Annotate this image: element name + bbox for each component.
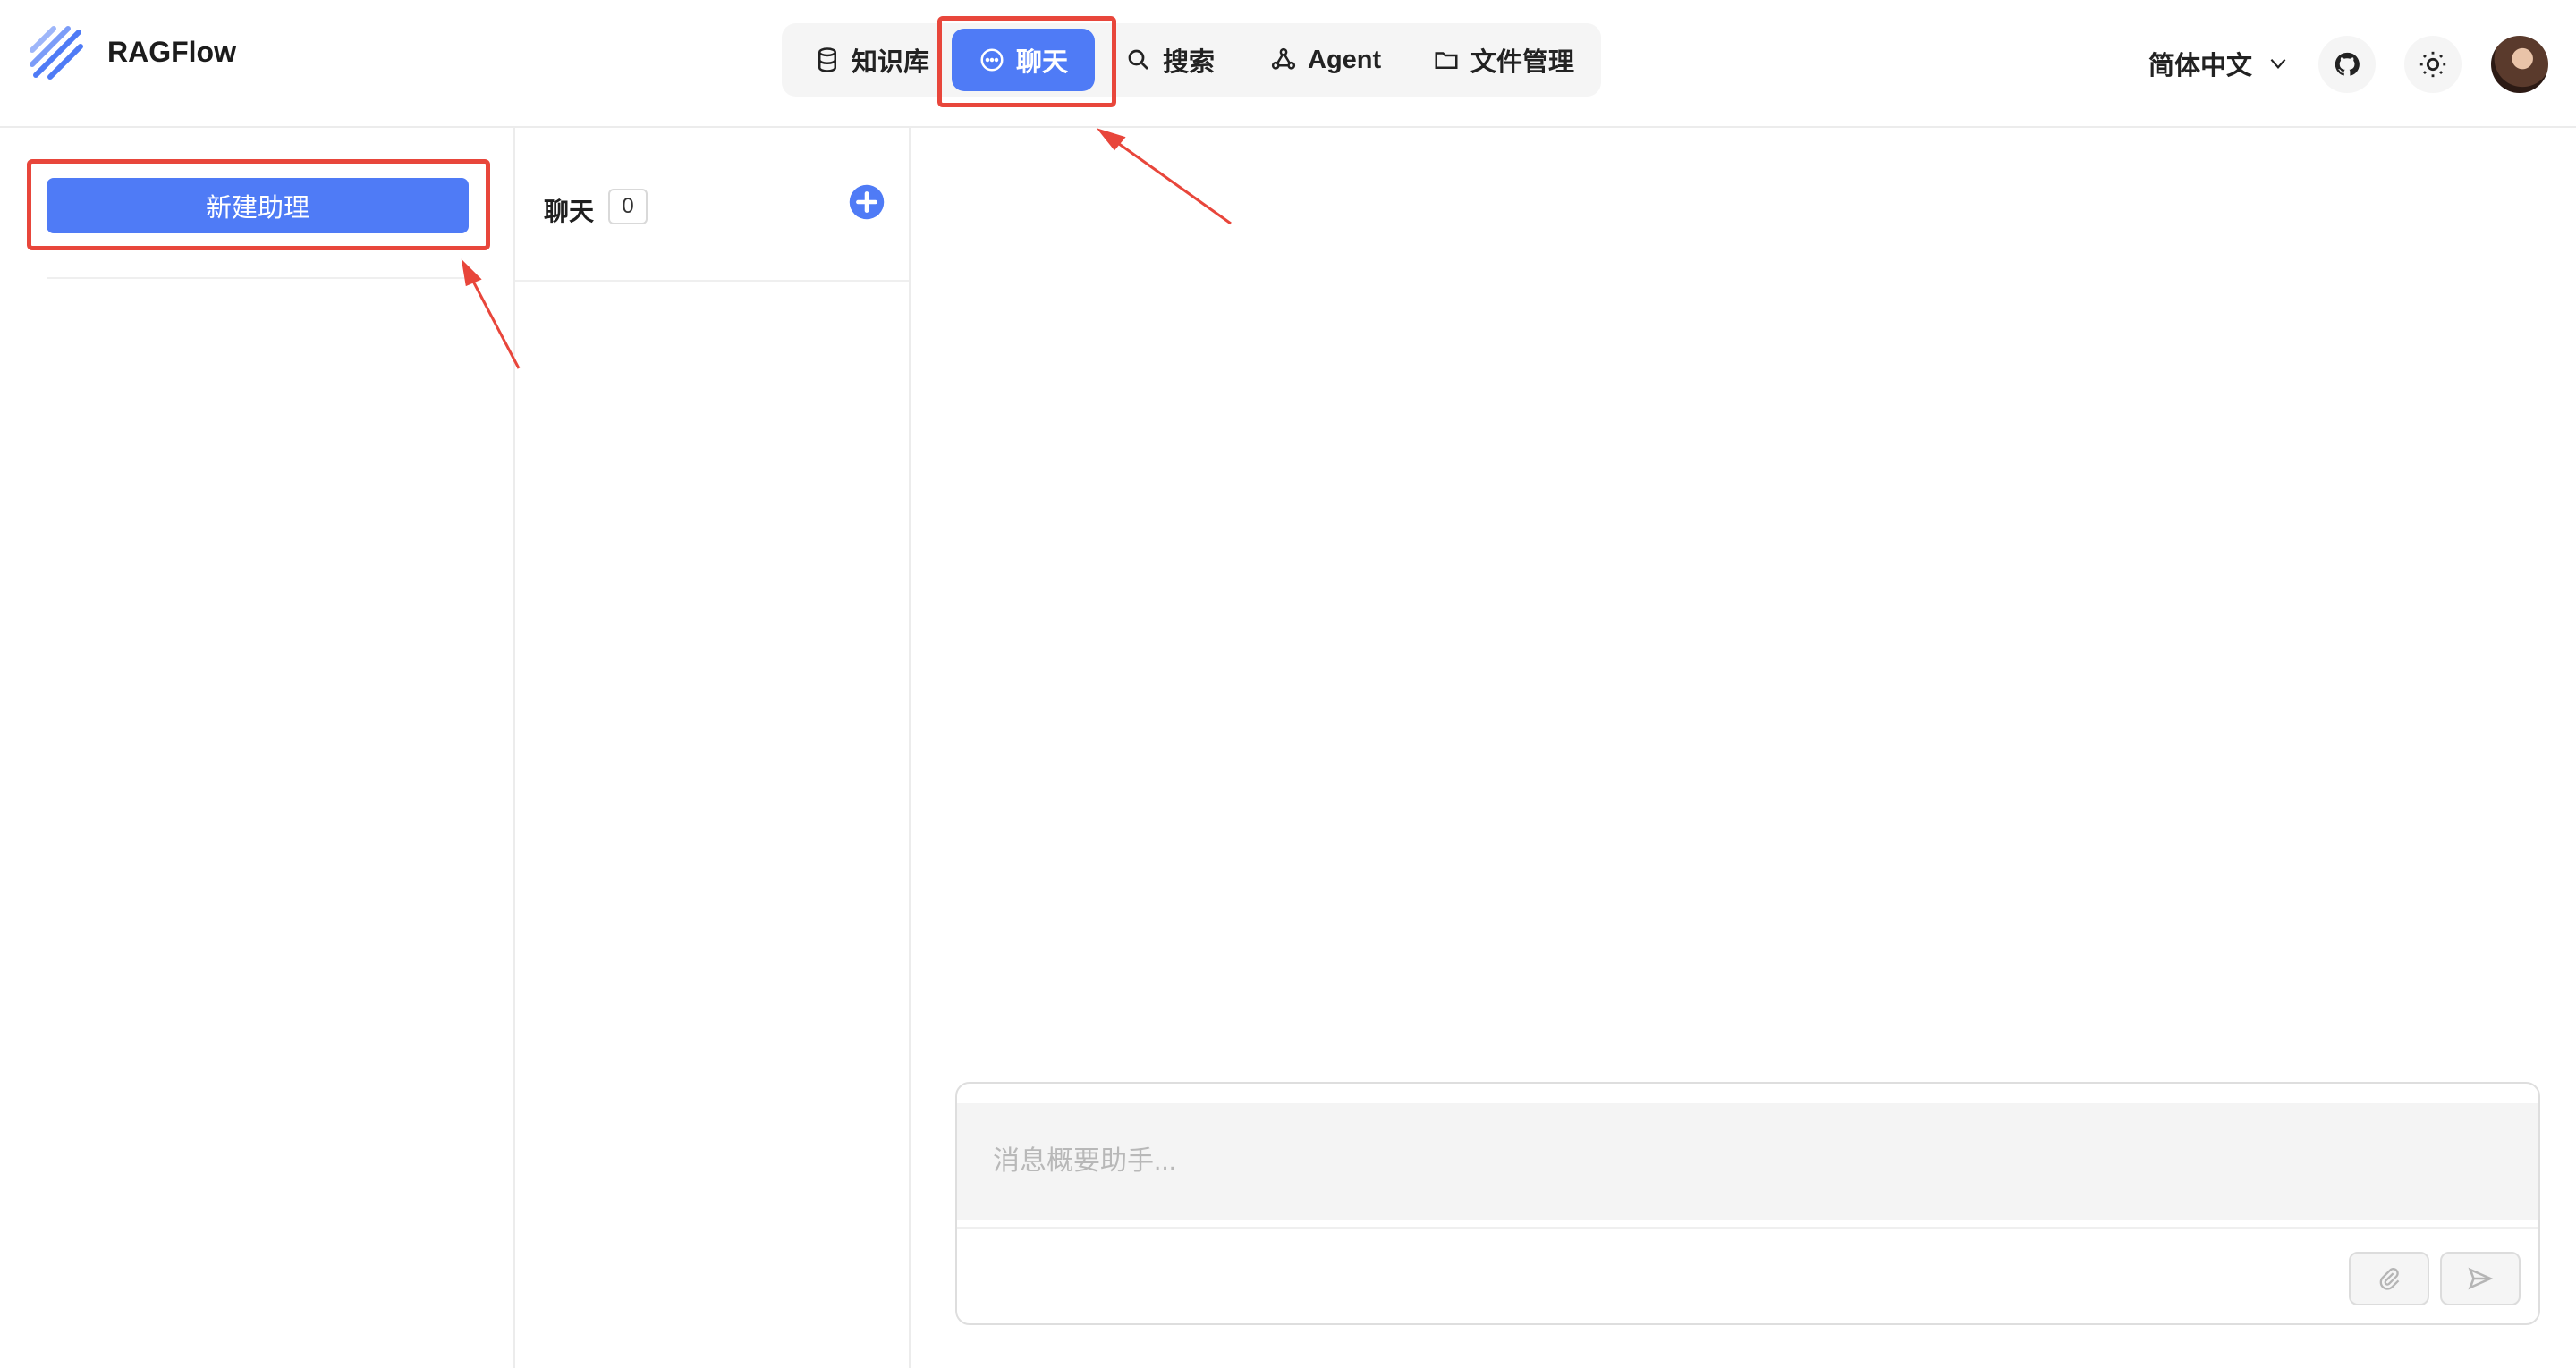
annotation-arrows [461, 128, 1232, 369]
annotation-arrow-line [467, 272, 521, 369]
annotation-arrow-line [1108, 135, 1232, 225]
annotation-arrow-head [461, 258, 482, 287]
